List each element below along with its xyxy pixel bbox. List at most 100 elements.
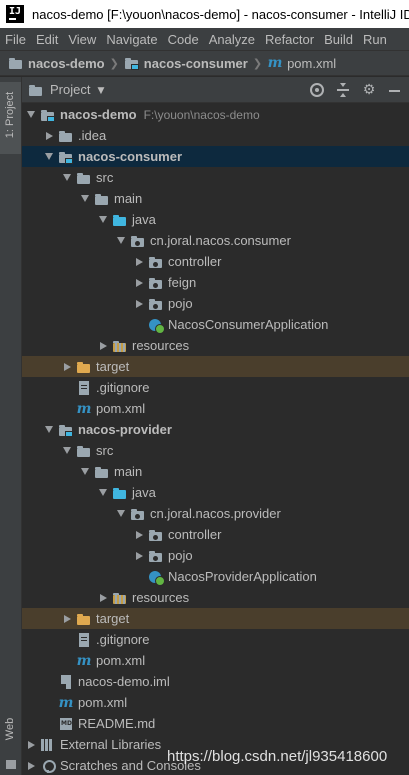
collapse-arrow-icon[interactable]: [97, 340, 109, 352]
tree-node-label: controller: [168, 527, 222, 542]
collapse-arrow-icon[interactable]: [133, 550, 145, 562]
expand-arrow-icon[interactable]: [61, 172, 73, 184]
expand-arrow-icon[interactable]: [43, 424, 55, 436]
locate-file-icon[interactable]: [309, 82, 325, 98]
tree-node-nacos-consumer[interactable]: nacos-consumer: [22, 146, 409, 167]
minimize-icon[interactable]: [387, 82, 403, 98]
tree-node-nacos-demo[interactable]: nacos-demo F:\youon\nacos-demo: [22, 104, 409, 125]
tree-node-target[interactable]: target: [22, 356, 409, 377]
tree-node-label: resources: [132, 590, 190, 605]
expand-arrow-icon[interactable]: [25, 109, 37, 121]
maven-icon: m: [76, 652, 92, 669]
tree-node-consumer-application[interactable]: NacosConsumerApplication: [22, 314, 409, 335]
chevron-right-icon: ❯: [109, 56, 119, 70]
folder-icon: [94, 464, 110, 480]
tree-node-label: target: [96, 611, 130, 626]
collapse-arrow-icon[interactable]: [61, 361, 73, 373]
tree-node-gitignore[interactable]: .gitignore: [22, 377, 409, 398]
tree-node-label: java: [132, 485, 156, 500]
tree-node-controller[interactable]: controller: [22, 251, 409, 272]
maven-icon: m: [267, 55, 283, 71]
web-tool-window-tab[interactable]: Web: [4, 711, 16, 747]
text-file-icon: [76, 632, 92, 648]
tree-node-controller[interactable]: controller: [22, 524, 409, 545]
tree-node-java[interactable]: java: [22, 482, 409, 503]
menu-analyze[interactable]: Analyze: [204, 32, 260, 47]
web-icon: [6, 760, 16, 769]
collapse-arrow-icon[interactable]: [133, 529, 145, 541]
tree-node-iml[interactable]: nacos-demo.iml: [22, 671, 409, 692]
breadcrumb-pom-xml[interactable]: m pom.xml: [267, 55, 337, 71]
tree-node-main[interactable]: main: [22, 461, 409, 482]
collapse-arrow-icon[interactable]: [97, 592, 109, 604]
tree-node-pojo[interactable]: pojo: [22, 293, 409, 314]
expand-arrow-icon[interactable]: [79, 193, 91, 205]
collapse-arrow-icon[interactable]: [61, 613, 73, 625]
tree-node-provider-application[interactable]: NacosProviderApplication: [22, 566, 409, 587]
tree-node-resources[interactable]: resources: [22, 587, 409, 608]
collapse-all-icon[interactable]: [335, 82, 351, 98]
tree-node-label: .gitignore: [96, 380, 150, 395]
tree-node-pojo[interactable]: pojo: [22, 545, 409, 566]
collapse-arrow-icon[interactable]: [133, 256, 145, 268]
collapse-arrow-icon[interactable]: [133, 298, 145, 310]
tree-node-readme[interactable]: MD README.md: [22, 713, 409, 734]
project-tab-label: 1: Project: [4, 91, 16, 139]
module-folder-icon: [58, 149, 74, 165]
watermark-text: https://blog.csdn.net/jl935418600: [167, 748, 388, 765]
module-file-icon: [58, 674, 74, 690]
breadcrumb-nacos-consumer[interactable]: nacos-consumer: [124, 55, 248, 71]
tree-node-resources[interactable]: resources: [22, 335, 409, 356]
collapse-arrow-icon[interactable]: [43, 130, 55, 142]
collapse-arrow-icon[interactable]: [25, 760, 37, 772]
menu-file[interactable]: File: [0, 32, 31, 47]
tree-node-label: NacosConsumerApplication: [168, 317, 329, 332]
menu-code[interactable]: Code: [163, 32, 204, 47]
chevron-right-icon: ❯: [252, 56, 263, 70]
tree-node-label: nacos-provider: [78, 422, 172, 437]
collapse-arrow-icon[interactable]: [133, 277, 145, 289]
menu-edit[interactable]: Edit: [31, 32, 63, 47]
expand-arrow-icon[interactable]: [79, 466, 91, 478]
library-icon: [40, 737, 56, 753]
tree-node-label: java: [132, 212, 156, 227]
tree-node-pom-xml[interactable]: m pom.xml: [22, 398, 409, 419]
tree-node-package-consumer[interactable]: cn.joral.nacos.consumer: [22, 230, 409, 251]
tree-node-src[interactable]: src: [22, 167, 409, 188]
markdown-file-icon: MD: [58, 716, 74, 732]
tree-node-label: target: [96, 359, 130, 374]
tree-node-label: pojo: [168, 548, 193, 563]
expand-arrow-icon[interactable]: [115, 508, 127, 520]
maven-icon: m: [58, 694, 74, 711]
expand-arrow-icon[interactable]: [97, 487, 109, 499]
tree-node-root-pom-xml[interactable]: m pom.xml: [22, 692, 409, 713]
tree-node-java[interactable]: java: [22, 209, 409, 230]
menu-navigate[interactable]: Navigate: [101, 32, 162, 47]
menu-build[interactable]: Build: [319, 32, 358, 47]
expand-arrow-icon[interactable]: [61, 445, 73, 457]
tree-node-label: cn.joral.nacos.consumer: [150, 233, 291, 248]
tree-node-idea[interactable]: .idea: [22, 125, 409, 146]
tree-node-package-provider[interactable]: cn.joral.nacos.provider: [22, 503, 409, 524]
gear-icon[interactable]: ⚙: [361, 82, 377, 98]
project-tool-window-tab[interactable]: 1: Project: [0, 82, 21, 154]
tree-node-target[interactable]: target: [22, 608, 409, 629]
package-icon: [130, 506, 146, 522]
menu-refactor[interactable]: Refactor: [260, 32, 319, 47]
tree-node-label: nacos-demo: [60, 107, 137, 122]
tree-node-feign[interactable]: feign: [22, 272, 409, 293]
expand-arrow-icon[interactable]: [43, 151, 55, 163]
collapse-arrow-icon[interactable]: [25, 739, 37, 751]
breadcrumb-nacos-demo[interactable]: nacos-demo: [8, 55, 105, 71]
expand-arrow-icon[interactable]: [97, 214, 109, 226]
menu-view[interactable]: View: [63, 32, 101, 47]
menu-run[interactable]: Run: [358, 32, 392, 47]
tree-node-gitignore[interactable]: .gitignore: [22, 629, 409, 650]
view-dropdown-icon[interactable]: ▼: [97, 86, 104, 96]
expand-arrow-icon[interactable]: [115, 235, 127, 247]
tree-node-nacos-provider[interactable]: nacos-provider: [22, 419, 409, 440]
tree-node-pom-xml[interactable]: m pom.xml: [22, 650, 409, 671]
tree-node-src[interactable]: src: [22, 440, 409, 461]
panel-title[interactable]: Project: [50, 82, 90, 97]
tree-node-main[interactable]: main: [22, 188, 409, 209]
